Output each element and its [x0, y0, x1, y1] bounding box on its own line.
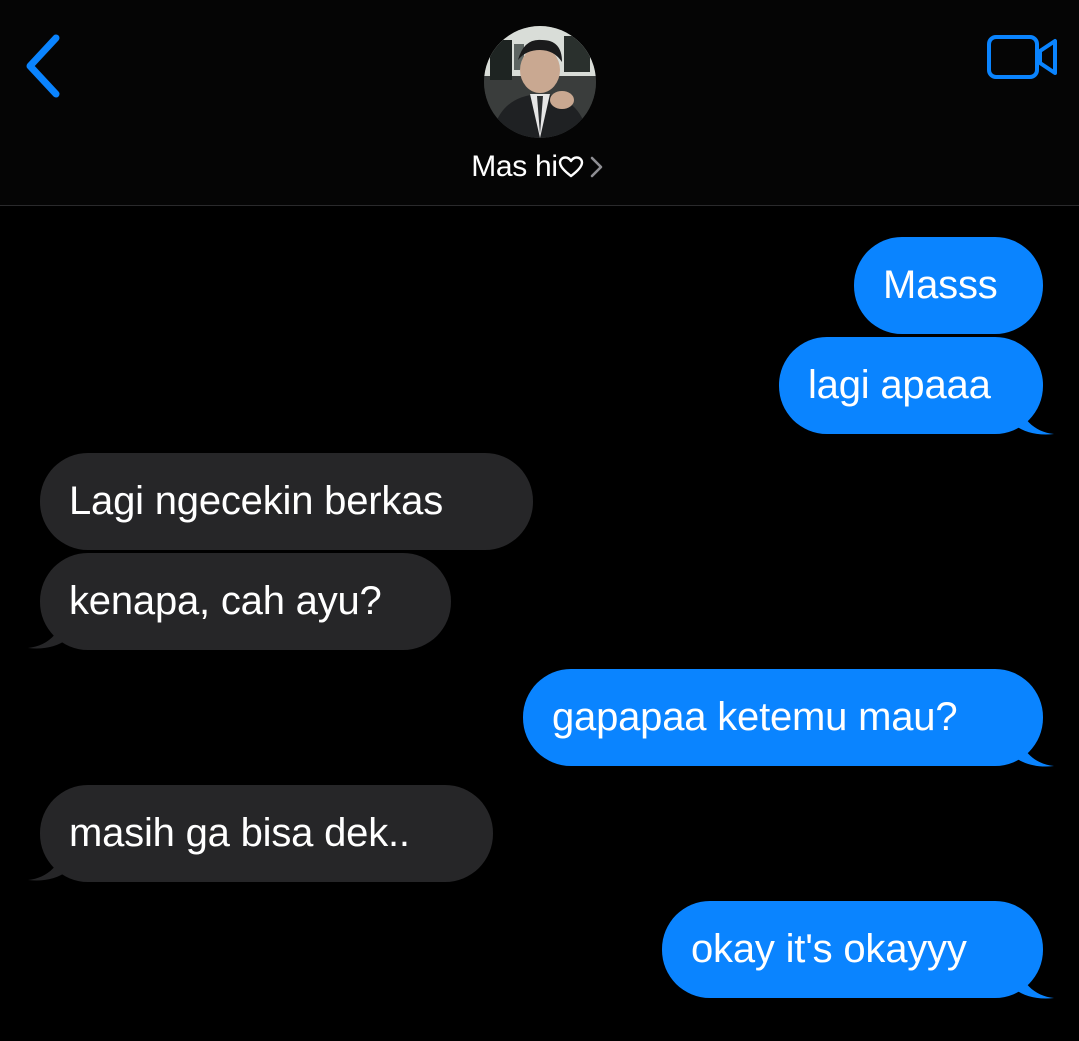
- video-call-button[interactable]: [986, 34, 1060, 82]
- message-bubble-received[interactable]: kenapa, cah ayu?: [40, 553, 451, 650]
- message-text: Masss: [883, 263, 998, 307]
- message-bubble-sent[interactable]: gapapaa ketemu mau?: [523, 669, 1043, 766]
- message-text: gapapaa ketemu mau?: [552, 695, 958, 739]
- avatar[interactable]: [484, 26, 596, 138]
- message-bubble-sent[interactable]: okay it's okayyy: [662, 901, 1043, 998]
- contact-name-button[interactable]: Mas hi: [0, 150, 1079, 184]
- chevron-right-icon: [590, 156, 603, 178]
- message-text: kenapa, cah ayu?: [69, 579, 382, 623]
- conversation-header: Mas hi: [0, 0, 1079, 206]
- message-bubble-sent[interactable]: Masss: [854, 237, 1043, 334]
- message-bubble-sent[interactable]: lagi apaaa: [779, 337, 1043, 434]
- avatar-image: [484, 26, 596, 138]
- contact-name: Mas hi: [471, 150, 558, 183]
- message-text: okay it's okayyy: [691, 927, 967, 971]
- message-bubble-received[interactable]: Lagi ngecekin berkas: [40, 453, 533, 550]
- back-button[interactable]: [18, 30, 68, 102]
- chevron-left-icon: [26, 34, 60, 98]
- message-text: masih ga bisa dek..: [69, 811, 410, 855]
- heart-outline-icon: [558, 156, 583, 178]
- message-text: Lagi ngecekin berkas: [69, 479, 444, 523]
- video-camera-icon: [987, 35, 1057, 79]
- message-text: lagi apaaa: [808, 363, 991, 407]
- message-bubble-received[interactable]: masih ga bisa dek..: [40, 785, 493, 882]
